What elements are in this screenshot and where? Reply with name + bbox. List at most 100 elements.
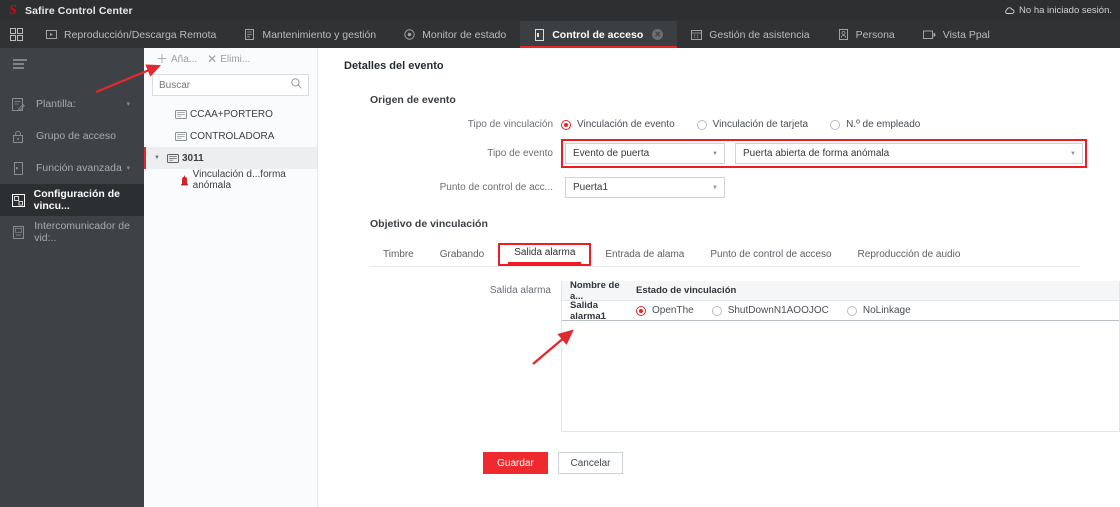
- login-status[interactable]: No ha iniciado sesión.: [1004, 5, 1112, 16]
- alarm-output-table: Nombre de a... Estado de vinculación Sal…: [561, 280, 1120, 432]
- save-button[interactable]: Guardar: [483, 452, 548, 474]
- main-content: Detalles del evento Origen de evento Tip…: [318, 48, 1120, 507]
- sidebar-item-grupo-de-acceso[interactable]: Grupo de acceso: [0, 120, 144, 152]
- template-icon: [12, 97, 32, 111]
- hamburger-icon[interactable]: [0, 48, 144, 80]
- chevron-down-icon: ▾: [126, 101, 130, 108]
- device-icon: [164, 153, 182, 163]
- radio-indicator: [711, 305, 722, 316]
- event-type-category-select[interactable]: Evento de puerta ▼: [565, 143, 725, 164]
- tab-punto-de-control-de-acceso[interactable]: Punto de control de acceso: [697, 249, 844, 266]
- video-intercom-icon: [12, 225, 30, 239]
- radio-vinculacion-de-evento[interactable]: Vinculación de evento: [561, 119, 675, 130]
- field-label: Tipo de vinculación: [467, 119, 553, 130]
- nav-tab-persona[interactable]: Persona: [824, 21, 909, 48]
- application-window: S Safire Control Center No ha iniciado s…: [0, 0, 1120, 507]
- search-input[interactable]: [159, 79, 291, 91]
- radio-indicator: [561, 119, 571, 130]
- tab-entrada-de-alama[interactable]: Entrada de alama: [592, 249, 697, 266]
- column-header-estado: Estado de vinculación: [636, 285, 737, 296]
- nav-bar: Reproducción/Descarga Remota Mantenimien…: [0, 21, 1120, 48]
- radio-openthe[interactable]: OpenThe: [636, 305, 694, 316]
- sidebar-item-funcion-avanzada[interactable]: Función avanzada ▾: [0, 152, 144, 184]
- tree-node-label: CCAA+PORTERO: [190, 108, 273, 120]
- event-type-detail-select[interactable]: Puerta abierta de forma anómala ▼: [735, 143, 1083, 164]
- table-row-label: Salida alarma: [489, 285, 551, 296]
- nav-tab-label: Control de acceso: [552, 28, 644, 41]
- sidebar-item-configuracion-de-vinculacion[interactable]: Configuración de vincu...: [0, 184, 144, 216]
- device-icon: [172, 109, 190, 119]
- tree-node-label: 3011: [182, 152, 204, 164]
- radio-indicator: [696, 119, 707, 130]
- person-icon: [838, 29, 849, 40]
- sidebar-item-label: Intercomunicador de vid:..: [34, 220, 130, 244]
- nav-tab-reproduccion[interactable]: Reproducción/Descarga Remota: [32, 21, 230, 48]
- page-title: Detalles del evento: [344, 60, 444, 72]
- nav-tab-label: Persona: [855, 28, 895, 41]
- tab-salida-alarma[interactable]: Salida alarma: [501, 247, 588, 264]
- salida-alarma-table-section: Salida alarma Nombre de a... Estado de v…: [318, 280, 1120, 432]
- add-button[interactable]: ＋ Aña...: [156, 53, 197, 65]
- radio-indicator: [830, 119, 841, 130]
- radio-label: Vinculación de evento: [577, 119, 675, 130]
- grid-menu-icon[interactable]: [0, 21, 32, 48]
- chevron-down-icon: ▼: [1070, 150, 1076, 157]
- device-tree-panel: ＋ Aña... ✕ Elimi... CCAA+PORTERO: [144, 48, 318, 507]
- tree-node[interactable]: CCAA+PORTERO: [144, 103, 317, 125]
- nav-tab-control-de-acceso[interactable]: Control de acceso ✕: [520, 21, 678, 48]
- chevron-down-icon: ▾: [126, 165, 130, 172]
- highlight-box-salida-alarma-tab: Salida alarma: [498, 243, 592, 266]
- cancel-button[interactable]: Cancelar: [558, 452, 623, 474]
- delete-button-label: Elimi...: [220, 53, 251, 65]
- radio-label: OpenThe: [652, 305, 694, 316]
- status-monitor-icon: [404, 29, 415, 40]
- radio-vinculacion-de-tarjeta[interactable]: Vinculación de tarjeta: [696, 119, 809, 130]
- plus-icon: ＋: [156, 52, 169, 66]
- select-value: Puerta1: [573, 182, 609, 193]
- tab-reproduccion-de-audio[interactable]: Reproducción de audio: [845, 249, 974, 266]
- table-row[interactable]: Salida alarma1 OpenThe ShutDownN1AOOJOC: [562, 300, 1119, 322]
- table-header: Nombre de a... Estado de vinculación: [562, 280, 1119, 302]
- close-icon[interactable]: ✕: [652, 29, 664, 40]
- sidebar-item-label: Plantilla:: [36, 98, 76, 110]
- radio-indicator: [636, 305, 646, 316]
- section-title-objetivo-de-vinculacion: Objetivo de vinculación: [370, 218, 488, 230]
- tree-node-selected[interactable]: ▼ 3011: [144, 147, 317, 169]
- radio-nolinkage[interactable]: NoLinkage: [846, 305, 911, 316]
- radio-label: ShutDownN1AOOJOC: [727, 305, 829, 316]
- nav-tab-label: Monitor de estado: [422, 28, 507, 41]
- search-icon[interactable]: [291, 76, 302, 94]
- access-point-select[interactable]: Puerta1 ▼: [565, 177, 725, 198]
- select-value: Evento de puerta: [573, 148, 650, 159]
- tree-toolbar: ＋ Aña... ✕ Elimi...: [144, 48, 317, 70]
- form-row-tipo-de-evento: Tipo de evento Evento de puerta ▼ Puerta…: [318, 139, 1120, 168]
- app-title: Safire Control Center: [25, 4, 133, 17]
- radio-numero-de-empleado[interactable]: N.º de empleado: [830, 119, 920, 130]
- form-row-punto-de-control-de-acceso: Punto de control de acc... Puerta1 ▼: [318, 177, 1120, 198]
- linkage-type-radio-group: Vinculación de evento Vinculación de tar…: [561, 119, 920, 130]
- nav-tab-gestion-asistencia[interactable]: Gestión de asistencia: [677, 21, 823, 48]
- delete-button[interactable]: ✕ Elimi...: [207, 53, 250, 65]
- nav-tab-vista-ppal[interactable]: Vista Ppal: [909, 21, 1004, 48]
- tab-timbre[interactable]: Timbre: [370, 249, 427, 266]
- nav-tab-monitor-estado[interactable]: Monitor de estado: [390, 21, 520, 48]
- attendance-icon: [691, 29, 703, 40]
- tree-list: CCAA+PORTERO CONTROLADORA ▼ 3011 Vincula…: [144, 103, 317, 191]
- radio-shutdown[interactable]: ShutDownN1AOOJOC: [711, 305, 829, 316]
- maintenance-icon: [244, 29, 255, 40]
- bottom-strip: [318, 498, 1120, 507]
- field-label: Tipo de evento: [487, 148, 553, 159]
- radio-label: Vinculación de tarjeta: [712, 119, 809, 130]
- nav-tab-mantenimiento[interactable]: Mantenimiento y gestión: [230, 21, 390, 48]
- search-box[interactable]: [152, 74, 309, 96]
- form-actions: Guardar Cancelar: [483, 452, 1120, 474]
- cloud-icon: [1004, 6, 1015, 15]
- radio-label: NoLinkage: [862, 305, 911, 316]
- tab-grabando[interactable]: Grabando: [427, 249, 497, 266]
- chevron-down-icon[interactable]: ▼: [150, 155, 164, 161]
- tree-node[interactable]: Vinculación d...forma anómala: [144, 169, 317, 191]
- sidebar-item-plantilla[interactable]: Plantilla: ▾: [0, 88, 144, 120]
- select-value: Puerta abierta de forma anómala: [743, 148, 890, 159]
- tree-node[interactable]: CONTROLADORA: [144, 125, 317, 147]
- sidebar-item-intercomunicador-de-video[interactable]: Intercomunicador de vid:..: [0, 216, 144, 248]
